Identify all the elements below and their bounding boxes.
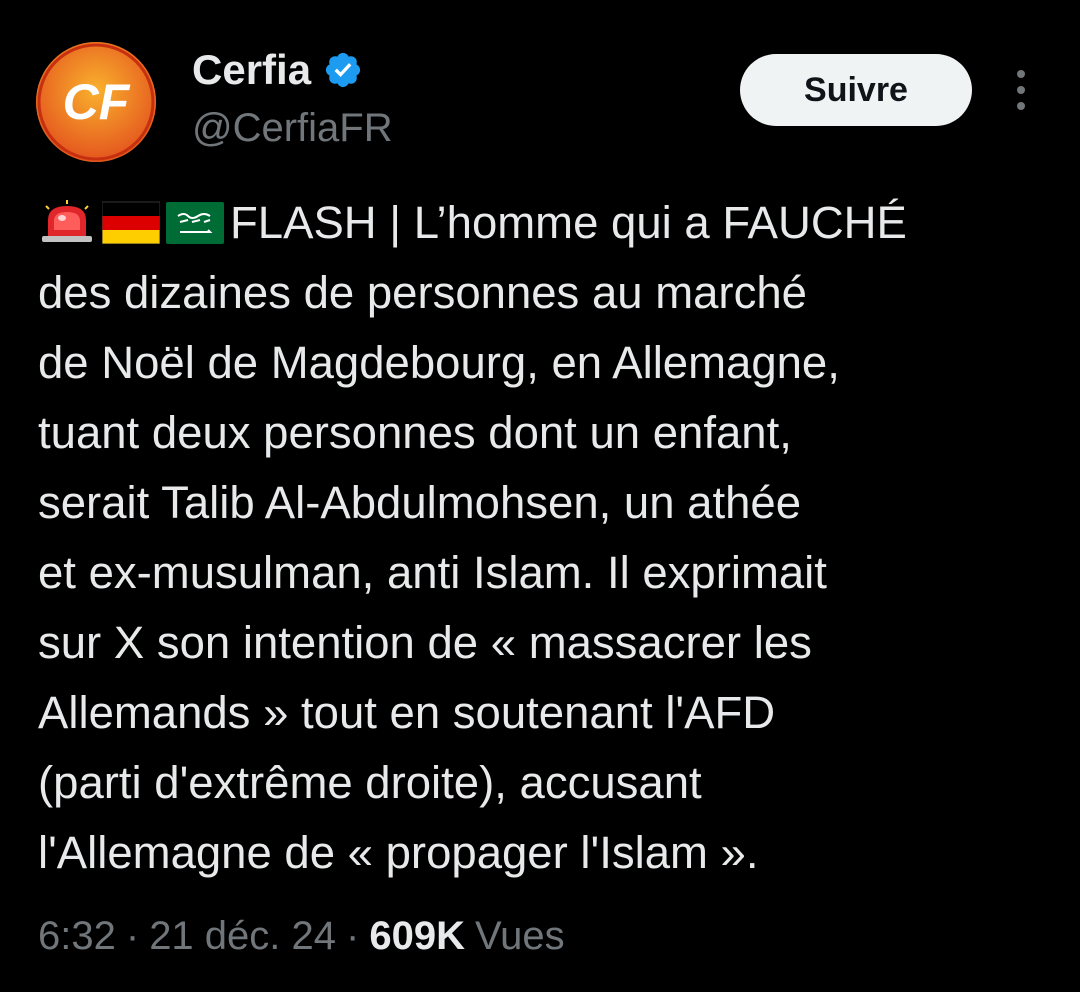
meta-separator: ·: [125, 913, 140, 958]
cerfia-logo-icon: CF: [36, 42, 156, 162]
tweet-line: Allemands » tout en soutenant l'AFD: [38, 687, 776, 738]
name-row: Cerfia: [192, 44, 393, 96]
more-dot: [1017, 86, 1025, 94]
rotating-light-emoji: [38, 200, 96, 244]
tweet-header: CF Cerfia @CerfiaFR Suivre: [0, 0, 1080, 170]
tweet-line: sur X son intention de « massacrer les: [38, 617, 812, 668]
tweet: CF Cerfia @CerfiaFR Suivre FLASH | L’hom…: [0, 0, 1080, 992]
saudi-arabia-flag-emoji: [166, 200, 224, 244]
tweet-line: FLASH | L’homme qui a FAUCHÉ: [38, 188, 1048, 258]
germany-flag-emoji: [102, 200, 160, 244]
tweet-line: et ex-musulman, anti Islam. Il exprimait: [38, 547, 827, 598]
views-count: 609K: [369, 913, 465, 958]
views-label: Vues: [474, 913, 565, 958]
verified-badge-icon: [323, 50, 363, 90]
tweet-line: serait Talib Al-Abdulmohsen, un athée: [38, 477, 802, 528]
tweet-text: FLASH | L’homme qui a FAUCHÉ des dizaine…: [38, 188, 1048, 888]
tweet-line: des dizaines de personnes au marché: [38, 267, 807, 318]
follow-button[interactable]: Suivre: [740, 54, 972, 126]
tweet-line-text: FLASH | L’homme qui a FAUCHÉ: [230, 197, 907, 248]
tweet-meta: 6:32 · 21 déc. 24 · 609K Vues: [38, 906, 565, 966]
author-info: Cerfia @CerfiaFR: [192, 44, 393, 154]
avatar[interactable]: CF: [36, 42, 156, 162]
more-dot: [1017, 70, 1025, 78]
tweet-date[interactable]: 21 déc. 24: [149, 914, 336, 959]
display-name[interactable]: Cerfia: [192, 44, 311, 96]
tweet-line: tuant deux personnes dont un enfant,: [38, 407, 792, 458]
tweet-line: de Noël de Magdebourg, en Allemagne,: [38, 337, 840, 388]
svg-text:CF: CF: [63, 74, 131, 130]
meta-separator: ·: [346, 913, 360, 958]
tweet-line: l'Allemagne de « propager l'Islam ».: [38, 827, 759, 878]
more-vertical-icon[interactable]: [1004, 66, 1038, 114]
handle[interactable]: @CerfiaFR: [192, 102, 393, 154]
tweet-time[interactable]: 6:32: [38, 914, 116, 959]
tweet-line: (parti d'extrême droite), accusant: [38, 757, 702, 808]
more-dot: [1017, 102, 1025, 110]
